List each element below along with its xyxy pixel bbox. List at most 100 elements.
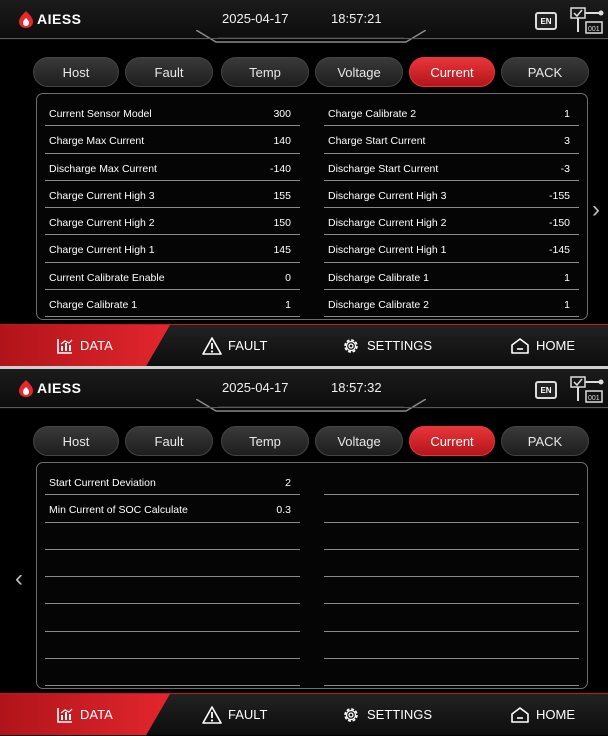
tab-temp[interactable]: Temp (221, 426, 309, 456)
parameter-row (324, 577, 579, 605)
nav-data[interactable]: DATA (56, 325, 113, 366)
parameter-row (45, 604, 300, 632)
parameter-value: 1 (285, 299, 291, 312)
parameter-row: Discharge Start Current -3 (324, 154, 579, 181)
nav-data[interactable]: DATA (56, 694, 113, 735)
parameter-value: -145 (548, 244, 570, 257)
parameter-row: Charge Current High 1 145 (45, 235, 300, 263)
parameter-label: Charge Current High 3 (49, 189, 155, 202)
parameter-value: -3 (560, 162, 570, 175)
nav-settings-label: SETTINGS (367, 707, 433, 722)
svg-text:001: 001 (588, 26, 600, 33)
parameter-row: Discharge Max Current -140 (45, 154, 300, 181)
tab-host[interactable]: Host (33, 426, 119, 456)
parameter-row (324, 604, 579, 632)
nav-settings-label: SETTINGS (367, 338, 433, 353)
tab-voltage[interactable]: Voltage (315, 426, 403, 456)
gear-icon (344, 707, 358, 722)
parameter-label: Discharge Max Current (49, 162, 157, 175)
sub-tab-bar: Host Fault Temp Voltage Current PACK (33, 57, 593, 87)
parameter-value: 1 (564, 299, 570, 312)
flame-logo-icon (19, 380, 33, 397)
parameter-row: Discharge Current High 1 -145 (324, 235, 579, 263)
parameter-value: 140 (273, 135, 291, 148)
parameter-label: Discharge Calibrate 1 (328, 271, 429, 284)
svg-text:001: 001 (588, 395, 600, 402)
parameter-value: -150 (548, 217, 570, 230)
tab-host[interactable]: Host (33, 57, 119, 87)
device-status-icon[interactable]: 001 (569, 375, 605, 405)
parameter-value: 0 (285, 271, 291, 284)
brand-name: AIESS (37, 11, 82, 27)
tab-temp[interactable]: Temp (221, 57, 309, 87)
header-time: 18:57:32 (331, 380, 382, 395)
status-header: AIESS 2025-04-17 18:57:32 EN 001 (0, 369, 608, 412)
parameter-row: Current Sensor Model 300 (45, 99, 300, 127)
header-date: 2025-04-17 (222, 380, 289, 395)
parameter-row (324, 468, 579, 496)
brand-logo: AIESS (18, 10, 82, 28)
parameter-label: Discharge Current High 3 (328, 189, 447, 202)
nav-fault[interactable]: FAULT (202, 325, 268, 366)
nav-settings[interactable]: SETTINGS (341, 694, 432, 735)
device-status-icon[interactable]: 001 (569, 6, 605, 36)
parameter-value: 2 (285, 477, 291, 489)
tab-fault[interactable]: Fault (125, 57, 213, 87)
parameter-row (324, 632, 579, 660)
parameter-value: -155 (548, 189, 570, 202)
parameter-row (324, 659, 579, 687)
parameter-label: Charge Calibrate 1 (49, 299, 138, 312)
home-icon (511, 337, 529, 354)
parameter-row (45, 577, 300, 605)
home-icon (511, 706, 529, 723)
parameter-value: 0.3 (276, 504, 291, 517)
nav-home[interactable]: HOME (510, 694, 575, 735)
parameter-label: Start Current Deviation (49, 477, 156, 489)
nav-fault-label: FAULT (228, 338, 268, 353)
parameter-row (45, 550, 300, 578)
brand-logo: AIESS (18, 379, 82, 397)
nav-settings[interactable]: SETTINGS (341, 325, 432, 366)
parameter-label: Current Sensor Model (49, 108, 152, 120)
parameter-row: Charge Calibrate 1 1 (45, 290, 300, 318)
parameter-column-right (324, 468, 579, 687)
next-page-chevron-icon[interactable]: › (592, 196, 600, 224)
nav-fault-label: FAULT (228, 707, 268, 722)
chart-icon (57, 707, 73, 723)
status-header: AIESS 2025-04-17 18:57:21 EN 001 (0, 0, 608, 43)
parameter-value: 145 (273, 244, 291, 257)
header-time: 18:57:21 (331, 11, 382, 26)
parameter-row (45, 659, 300, 687)
language-icon[interactable]: EN (535, 381, 557, 399)
parameter-row: Start Current Deviation 2 (45, 468, 300, 496)
parameter-row: Discharge Current High 3 -155 (324, 181, 579, 209)
language-icon[interactable]: EN (535, 12, 557, 30)
header-notch (196, 399, 426, 412)
parameter-label: Current Calibrate Enable (49, 271, 165, 284)
parameter-value: 1 (564, 271, 570, 284)
tab-pack[interactable]: PACK (501, 426, 589, 456)
parameter-row (324, 495, 579, 523)
parameter-label: Charge Current High 1 (49, 244, 155, 257)
tab-voltage[interactable]: Voltage (315, 57, 403, 87)
parameter-row: Discharge Calibrate 1 1 (324, 263, 579, 291)
gear-icon (344, 338, 358, 353)
tab-pack[interactable]: PACK (501, 57, 589, 87)
bottom-nav: DATA FAULT SETTINGS HOME (0, 694, 608, 735)
parameter-value: 3 (564, 135, 570, 148)
previous-page-chevron-icon[interactable]: ‹ (15, 565, 23, 593)
nav-fault[interactable]: FAULT (202, 694, 268, 735)
tab-fault[interactable]: Fault (125, 426, 213, 456)
nav-home-label: HOME (536, 707, 575, 722)
tab-current[interactable]: Current (409, 57, 495, 87)
parameter-column-right: Charge Calibrate 2 1 Charge Start Current… (324, 99, 579, 318)
warning-icon (202, 336, 222, 355)
nav-data-label: DATA (80, 338, 113, 353)
tab-current[interactable]: Current (409, 426, 495, 456)
screen-current-page-2: AIESS 2025-04-17 18:57:32 EN 001 Host Fa… (0, 369, 608, 735)
parameter-column-left: Current Sensor Model 300 Charge Max Curre… (45, 99, 300, 318)
nav-home[interactable]: HOME (510, 325, 575, 366)
parameter-value: 300 (273, 108, 291, 120)
header-date: 2025-04-17 (222, 11, 289, 26)
parameter-label: Charge Calibrate 2 (328, 108, 417, 120)
